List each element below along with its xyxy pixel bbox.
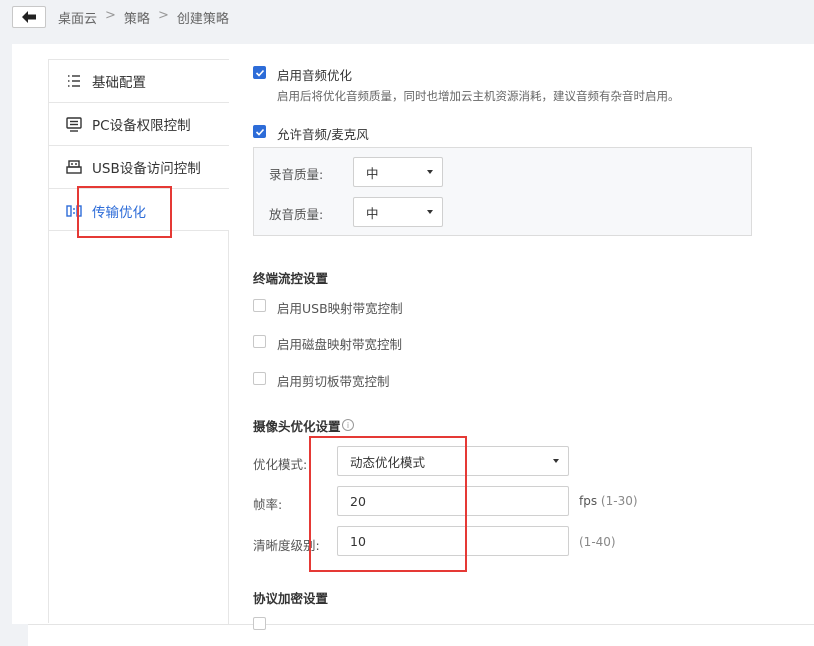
allow-mic-checkbox[interactable] (253, 125, 266, 138)
breadcrumb-item-desktop-cloud[interactable]: 桌面云 (58, 8, 97, 27)
clipboard-bandwidth-label: 启用剪切板带宽控制 (277, 374, 390, 389)
enable-audio-opt-label: 启用音频优化 (277, 68, 353, 83)
clipboard-bandwidth-checkbox[interactable] (253, 372, 266, 385)
enable-audio-opt-checkbox[interactable] (253, 66, 266, 79)
caret-down-icon (427, 210, 433, 214)
top-bar: 桌面云 > 策略 > 创建策略 (0, 0, 814, 44)
allow-mic-label: 允许音频/麦克风 (277, 127, 369, 142)
sidebar-item-label: 基础配置 (92, 75, 146, 91)
caret-down-icon (553, 459, 559, 463)
camera-opt-title: 摄像头优化设置 (253, 419, 341, 434)
fps-range: (1-30) (600, 494, 638, 508)
caret-down-icon (427, 170, 433, 174)
playback-quality-value: 中 (366, 205, 379, 221)
record-quality-label: 录音质量: (269, 167, 324, 182)
list-icon (65, 72, 83, 90)
monitor-icon (65, 115, 83, 133)
footer-strip (28, 624, 814, 646)
sidebar-item-label: USB设备访问控制 (92, 161, 201, 177)
disk-bandwidth-checkbox[interactable] (253, 335, 266, 348)
flow-control-title: 终端流控设置 (253, 271, 329, 286)
sidebar-item-pc-permission[interactable]: PC设备权限控制 (49, 103, 229, 146)
usb-icon (65, 158, 83, 176)
clarity-range-text: (1-40) (579, 535, 616, 549)
fps-unit-text: fps (579, 494, 598, 508)
encryption-checkbox[interactable] (253, 617, 266, 630)
encryption-title: 协议加密设置 (253, 591, 329, 606)
fps-label: 帧率: (253, 497, 283, 512)
breadcrumb-separator: > (105, 8, 116, 23)
fps-unit: fps (1-30) (579, 494, 638, 508)
sidebar-divider (228, 230, 229, 624)
enable-audio-opt-desc: 启用后将优化音频质量，同时也增加云主机资源消耗，建议音频有杂音时启用。 (277, 89, 680, 103)
usb-bandwidth-checkbox[interactable] (253, 299, 266, 312)
disk-bandwidth-label: 启用磁盘映射带宽控制 (277, 337, 403, 352)
breadcrumb-item-policy[interactable]: 策略 (124, 8, 150, 27)
audio-quality-box (253, 147, 752, 236)
camera-mode-label: 优化模式: (253, 457, 308, 472)
record-quality-value: 中 (366, 165, 379, 181)
highlight-box-camera (309, 436, 467, 572)
record-quality-select[interactable]: 中 (353, 157, 443, 187)
info-icon[interactable]: i (342, 419, 354, 431)
check-icon (255, 69, 265, 77)
sidebar-item-label: PC设备权限控制 (92, 118, 191, 134)
clarity-range: (1-40) (579, 535, 616, 549)
breadcrumb-separator: > (157, 8, 169, 23)
back-button[interactable] (12, 6, 46, 28)
sidebar-item-basic-config[interactable]: 基础配置 (49, 60, 229, 103)
highlight-box-sidebar (77, 186, 172, 238)
playback-quality-select[interactable]: 中 (353, 197, 443, 227)
arrow-left-icon (22, 11, 36, 23)
breadcrumb-item-create-policy: 创建策略 (176, 12, 229, 27)
breadcrumb: 桌面云 > 策略 > 创建策略 (58, 8, 229, 27)
playback-quality-label: 放音质量: (269, 207, 324, 222)
usb-bandwidth-label: 启用USB映射带宽控制 (277, 301, 403, 316)
sidebar-item-usb-access[interactable]: USB设备访问控制 (49, 146, 229, 189)
check-icon (255, 128, 265, 136)
sidebar: 基础配置 PC设备权限控制 USB设备访问控制 传输优化 (48, 59, 230, 623)
